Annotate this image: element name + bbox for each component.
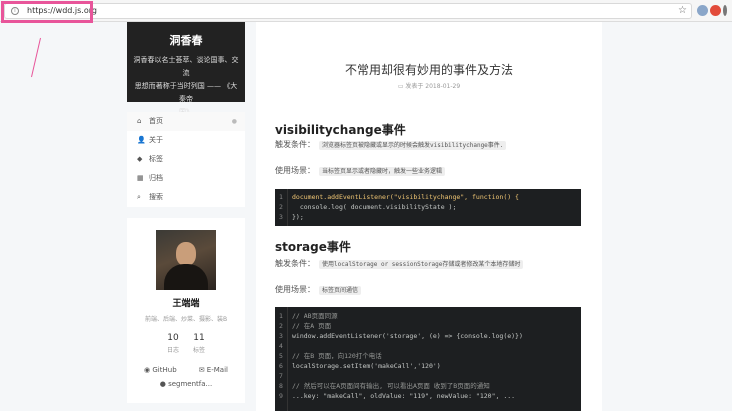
subtitle-line: 洞香春以名士荟萃、谈论国事、交流	[133, 56, 239, 77]
email-link[interactable]: ✉ E-Mail	[199, 366, 228, 374]
section-heading: storage事件	[275, 240, 351, 254]
author-profile: 王端端 前端、后端、炒菜、摄影、装B 10 日志 11 标签 ◉ GitHub …	[127, 218, 245, 403]
email-label: E-Mail	[206, 366, 228, 374]
inline-code: 当标签页显示或者隐藏时，触发一些业务逻辑	[319, 167, 446, 176]
post-meta: ▭ 发表于 2018-01-29	[256, 81, 602, 90]
social-links: ◉ GitHub ✉ E-Mail	[127, 366, 245, 374]
extension-icon[interactable]	[697, 5, 708, 16]
paragraph: 使用场景： 当标签页显示或者隐藏时，触发一些业务逻辑	[275, 165, 446, 176]
archive-icon: ▦	[137, 174, 144, 182]
code-block: 1 2 3 document.addEventListener("visibil…	[275, 189, 581, 226]
paragraph: 使用场景： 标签页间通信	[275, 284, 362, 295]
globe-icon: ●	[159, 380, 169, 388]
site-title[interactable]: 洞香春	[127, 32, 245, 48]
line-number: 2	[279, 203, 283, 211]
annotation-arrow	[31, 37, 41, 78]
active-dot-icon: ●	[231, 118, 237, 125]
email-icon: ✉	[198, 366, 207, 374]
tags-icon: ◆	[137, 155, 143, 163]
code-line: console.log( document.visibilityState );	[292, 203, 457, 211]
code-block: 1 2 3 4 5 6 7 8 9 // AB页面同源 // 在A 页面 win…	[275, 307, 581, 411]
opera-icon[interactable]	[710, 5, 721, 16]
code-line: });	[292, 213, 304, 221]
posts-stat[interactable]: 10 日志	[167, 333, 179, 354]
nav-label: 关于	[149, 136, 163, 144]
usage-label: 使用场景：	[275, 166, 315, 175]
tags-count: 11	[193, 333, 205, 343]
nav-item-home[interactable]: ⌂ 首页 ●	[127, 112, 245, 131]
nav-label: 搜索	[149, 193, 163, 201]
annotation-box	[1, 1, 93, 23]
paragraph: 触发条件： 浏览器标签页被隐藏或显示的时候会触发visibilitychange事…	[275, 139, 507, 150]
code-line: // AB页面同源	[292, 312, 338, 320]
browser-toolbar: i https://wdd.js.org ☆	[0, 0, 732, 22]
line-number: 6	[279, 362, 283, 370]
post-title[interactable]: 不常用却很有妙用的事件及方法	[256, 61, 602, 78]
code-line: window.addEventListener('storage', (e) =…	[292, 332, 523, 340]
github-link[interactable]: ◉ GitHub	[144, 366, 177, 374]
line-number: 4	[279, 342, 283, 350]
author-description: 前端、后端、炒菜、摄影、装B	[144, 316, 228, 323]
address-bar[interactable]: i https://wdd.js.org ☆	[4, 3, 692, 19]
search-icon: ⌕	[137, 193, 141, 201]
section-heading: visibilitychange事件	[275, 123, 406, 141]
avatar	[156, 230, 216, 290]
code-line: // 在B 页面，向120打个电话	[292, 352, 382, 360]
nav-item-tags[interactable]: ◆ 标签	[127, 150, 245, 169]
code-line: // 在A 页面	[292, 322, 332, 330]
tags-stat[interactable]: 11 标签	[193, 333, 205, 354]
bookmark-star-icon[interactable]: ☆	[678, 4, 687, 18]
tags-label: 标签	[193, 347, 206, 354]
home-icon: ⌂	[137, 117, 142, 125]
line-number: 8	[279, 382, 283, 390]
line-number: 7	[279, 372, 283, 380]
line-number: 9	[279, 392, 283, 400]
code-line: // 然后可以在A页面间有输出, 可以看出A页面 收到了B页面的通知	[292, 382, 490, 390]
posts-count: 10	[167, 333, 179, 343]
segmentfault-link[interactable]: ● segmentfa...	[127, 380, 245, 388]
menu-dots-icon[interactable]	[723, 5, 727, 16]
user-icon: 👤	[137, 136, 146, 144]
line-number: 2	[279, 322, 283, 330]
github-label: GitHub	[152, 366, 177, 374]
subtitle-line: 思想而著称于当时列国 —— 《大秦帝	[134, 82, 238, 103]
segmentfault-label: segmentfa...	[168, 380, 213, 388]
nav-item-search[interactable]: ⌕ 搜索	[127, 188, 245, 207]
site-brand: 洞香春 洞香春以名士荟萃、谈论国事、交流 思想而著称于当时列国 —— 《大秦帝 …	[127, 22, 245, 116]
nav-label: 首页	[149, 117, 163, 125]
inline-code: 标签页间通信	[319, 286, 362, 295]
posts-label: 日志	[166, 347, 179, 354]
usage-label: 使用场景：	[275, 285, 315, 294]
post-date: 发表于 2018-01-29	[405, 83, 461, 90]
trigger-label: 触发条件：	[275, 140, 315, 149]
code-line: ...key: "makeCall", oldValue: "119", new…	[292, 392, 516, 400]
code-line: localStorage.setItem('makeCall','120')	[292, 362, 441, 370]
nav-label: 标签	[149, 155, 163, 163]
author-name: 王端端	[172, 299, 200, 309]
author-stats: 10 日志 11 标签	[127, 333, 245, 354]
line-number: 5	[279, 352, 283, 360]
post-content: 不常用却很有妙用的事件及方法 ▭ 发表于 2018-01-29 visibili…	[256, 22, 602, 411]
line-number: 3	[279, 213, 283, 221]
inline-code: 浏览器标签页被隐藏或显示的时候会触发visibilitychange事件.	[319, 141, 507, 150]
site-subtitle: 洞香春以名士荟萃、谈论国事、交流 思想而著称于当时列国 —— 《大秦帝 国》	[127, 54, 245, 119]
line-number: 1	[279, 312, 283, 320]
inline-code: 使用localStorage or sessionStorage存储或者修改某个…	[319, 260, 524, 269]
nav-item-about[interactable]: 👤 关于	[127, 131, 245, 150]
code-line: document.addEventListener("visibilitycha…	[292, 193, 519, 201]
line-number: 3	[279, 332, 283, 340]
nav-item-archive[interactable]: ▦ 归档	[127, 169, 245, 188]
paragraph: 触发条件： 使用localStorage or sessionStorage存储或…	[275, 258, 524, 269]
line-number: 1	[279, 193, 283, 201]
trigger-label: 触发条件：	[275, 259, 315, 268]
site-nav: ⌂ 首页 ● 👤 关于 ◆ 标签 ▦ 归档 ⌕ 搜索	[127, 112, 245, 207]
nav-label: 归档	[149, 174, 163, 182]
